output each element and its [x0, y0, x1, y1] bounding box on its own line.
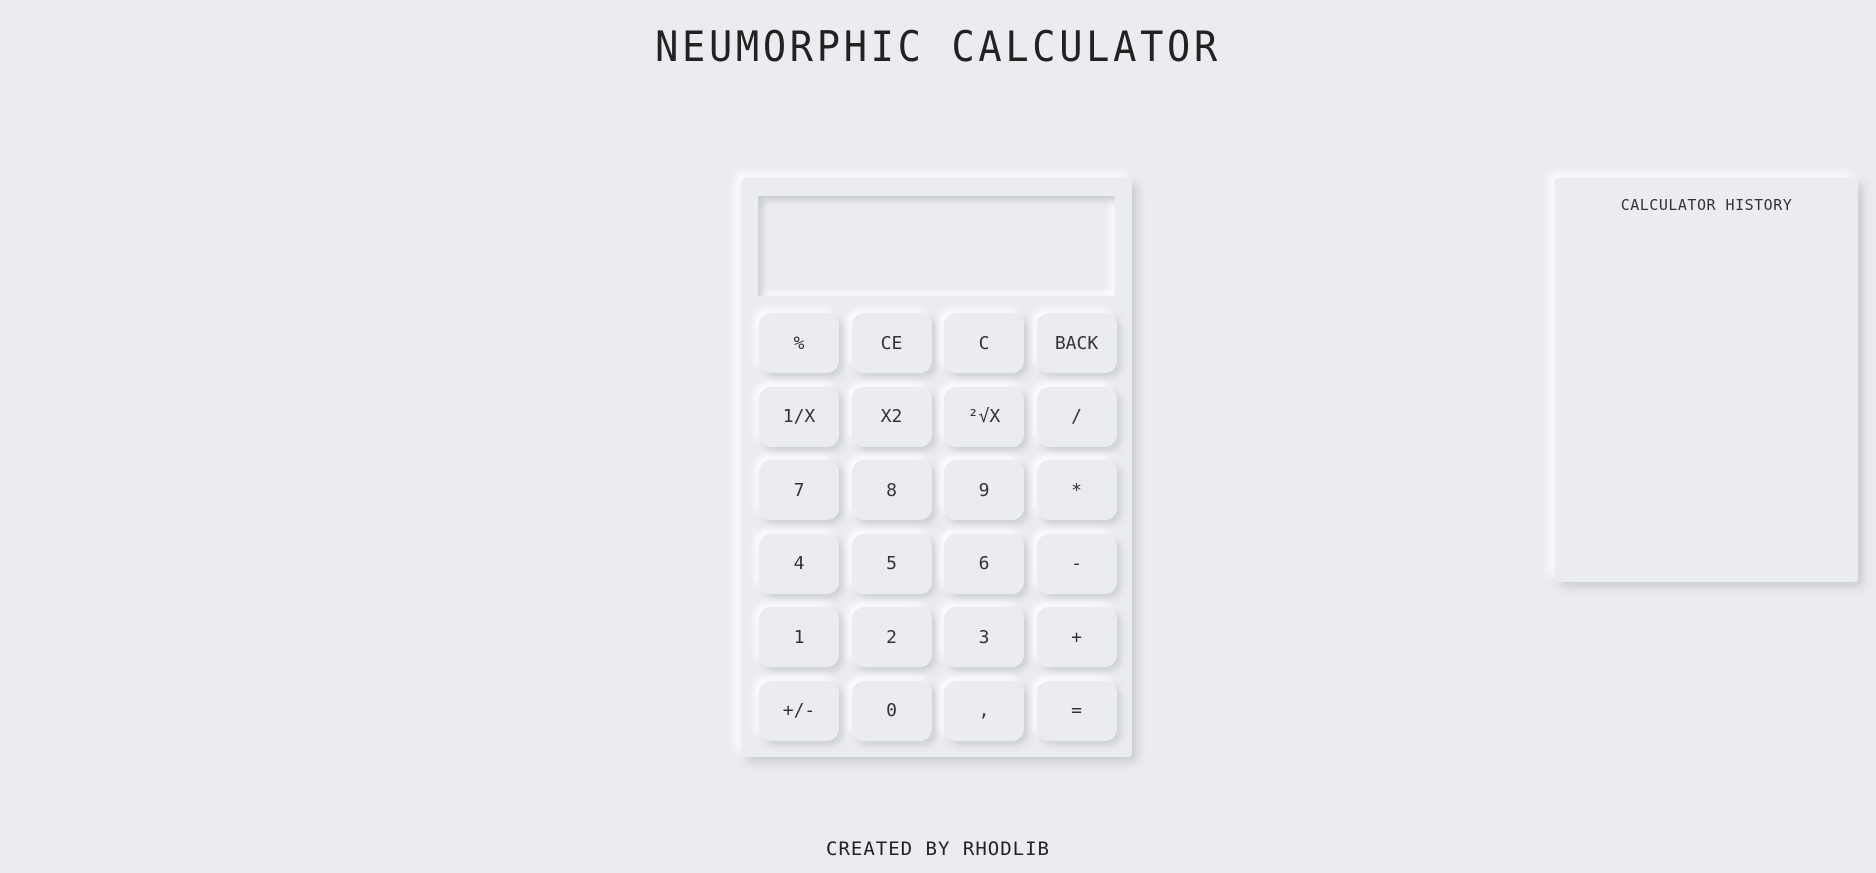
- digit-9-key[interactable]: 9: [944, 460, 1024, 520]
- add-key[interactable]: +: [1036, 607, 1117, 667]
- percent-key[interactable]: %: [759, 313, 839, 373]
- digit-7-key[interactable]: 7: [759, 460, 839, 520]
- history-list: [1571, 228, 1842, 568]
- multiply-key[interactable]: *: [1036, 460, 1117, 520]
- digit-0-key[interactable]: 0: [851, 680, 932, 741]
- history-title: CALCULATOR HISTORY: [1620, 196, 1793, 214]
- calculator-display: [758, 196, 1115, 296]
- keypad: % CE C BACK 1/X X2 ²√X / 7 8 9 * 4 5 6 -…: [759, 313, 1117, 741]
- page-title: NEUMORPHIC CALCULATOR: [655, 22, 1221, 71]
- digit-3-key[interactable]: 3: [944, 607, 1024, 667]
- square-root-key[interactable]: ²√X: [944, 386, 1024, 447]
- calculator-panel: % CE C BACK 1/X X2 ²√X / 7 8 9 * 4 5 6 -…: [741, 178, 1132, 757]
- digit-1-key[interactable]: 1: [759, 607, 839, 667]
- decimal-key[interactable]: ,: [944, 680, 1024, 741]
- history-panel: CALCULATOR HISTORY: [1555, 178, 1858, 582]
- digit-6-key[interactable]: 6: [944, 533, 1024, 594]
- clear-key[interactable]: C: [944, 313, 1024, 373]
- digit-5-key[interactable]: 5: [851, 533, 932, 594]
- digit-2-key[interactable]: 2: [851, 607, 932, 667]
- backspace-key[interactable]: BACK: [1036, 313, 1117, 373]
- digit-8-key[interactable]: 8: [851, 460, 932, 520]
- equals-key[interactable]: =: [1036, 680, 1117, 741]
- clear-entry-key[interactable]: CE: [851, 313, 932, 373]
- digit-4-key[interactable]: 4: [759, 533, 839, 594]
- negate-key[interactable]: +/-: [759, 680, 839, 741]
- divide-key[interactable]: /: [1036, 386, 1117, 447]
- reciprocal-key[interactable]: 1/X: [759, 386, 839, 447]
- subtract-key[interactable]: -: [1036, 533, 1117, 594]
- footer-credit: CREATED BY RHODLIB: [826, 838, 1050, 860]
- square-key[interactable]: X2: [851, 386, 932, 447]
